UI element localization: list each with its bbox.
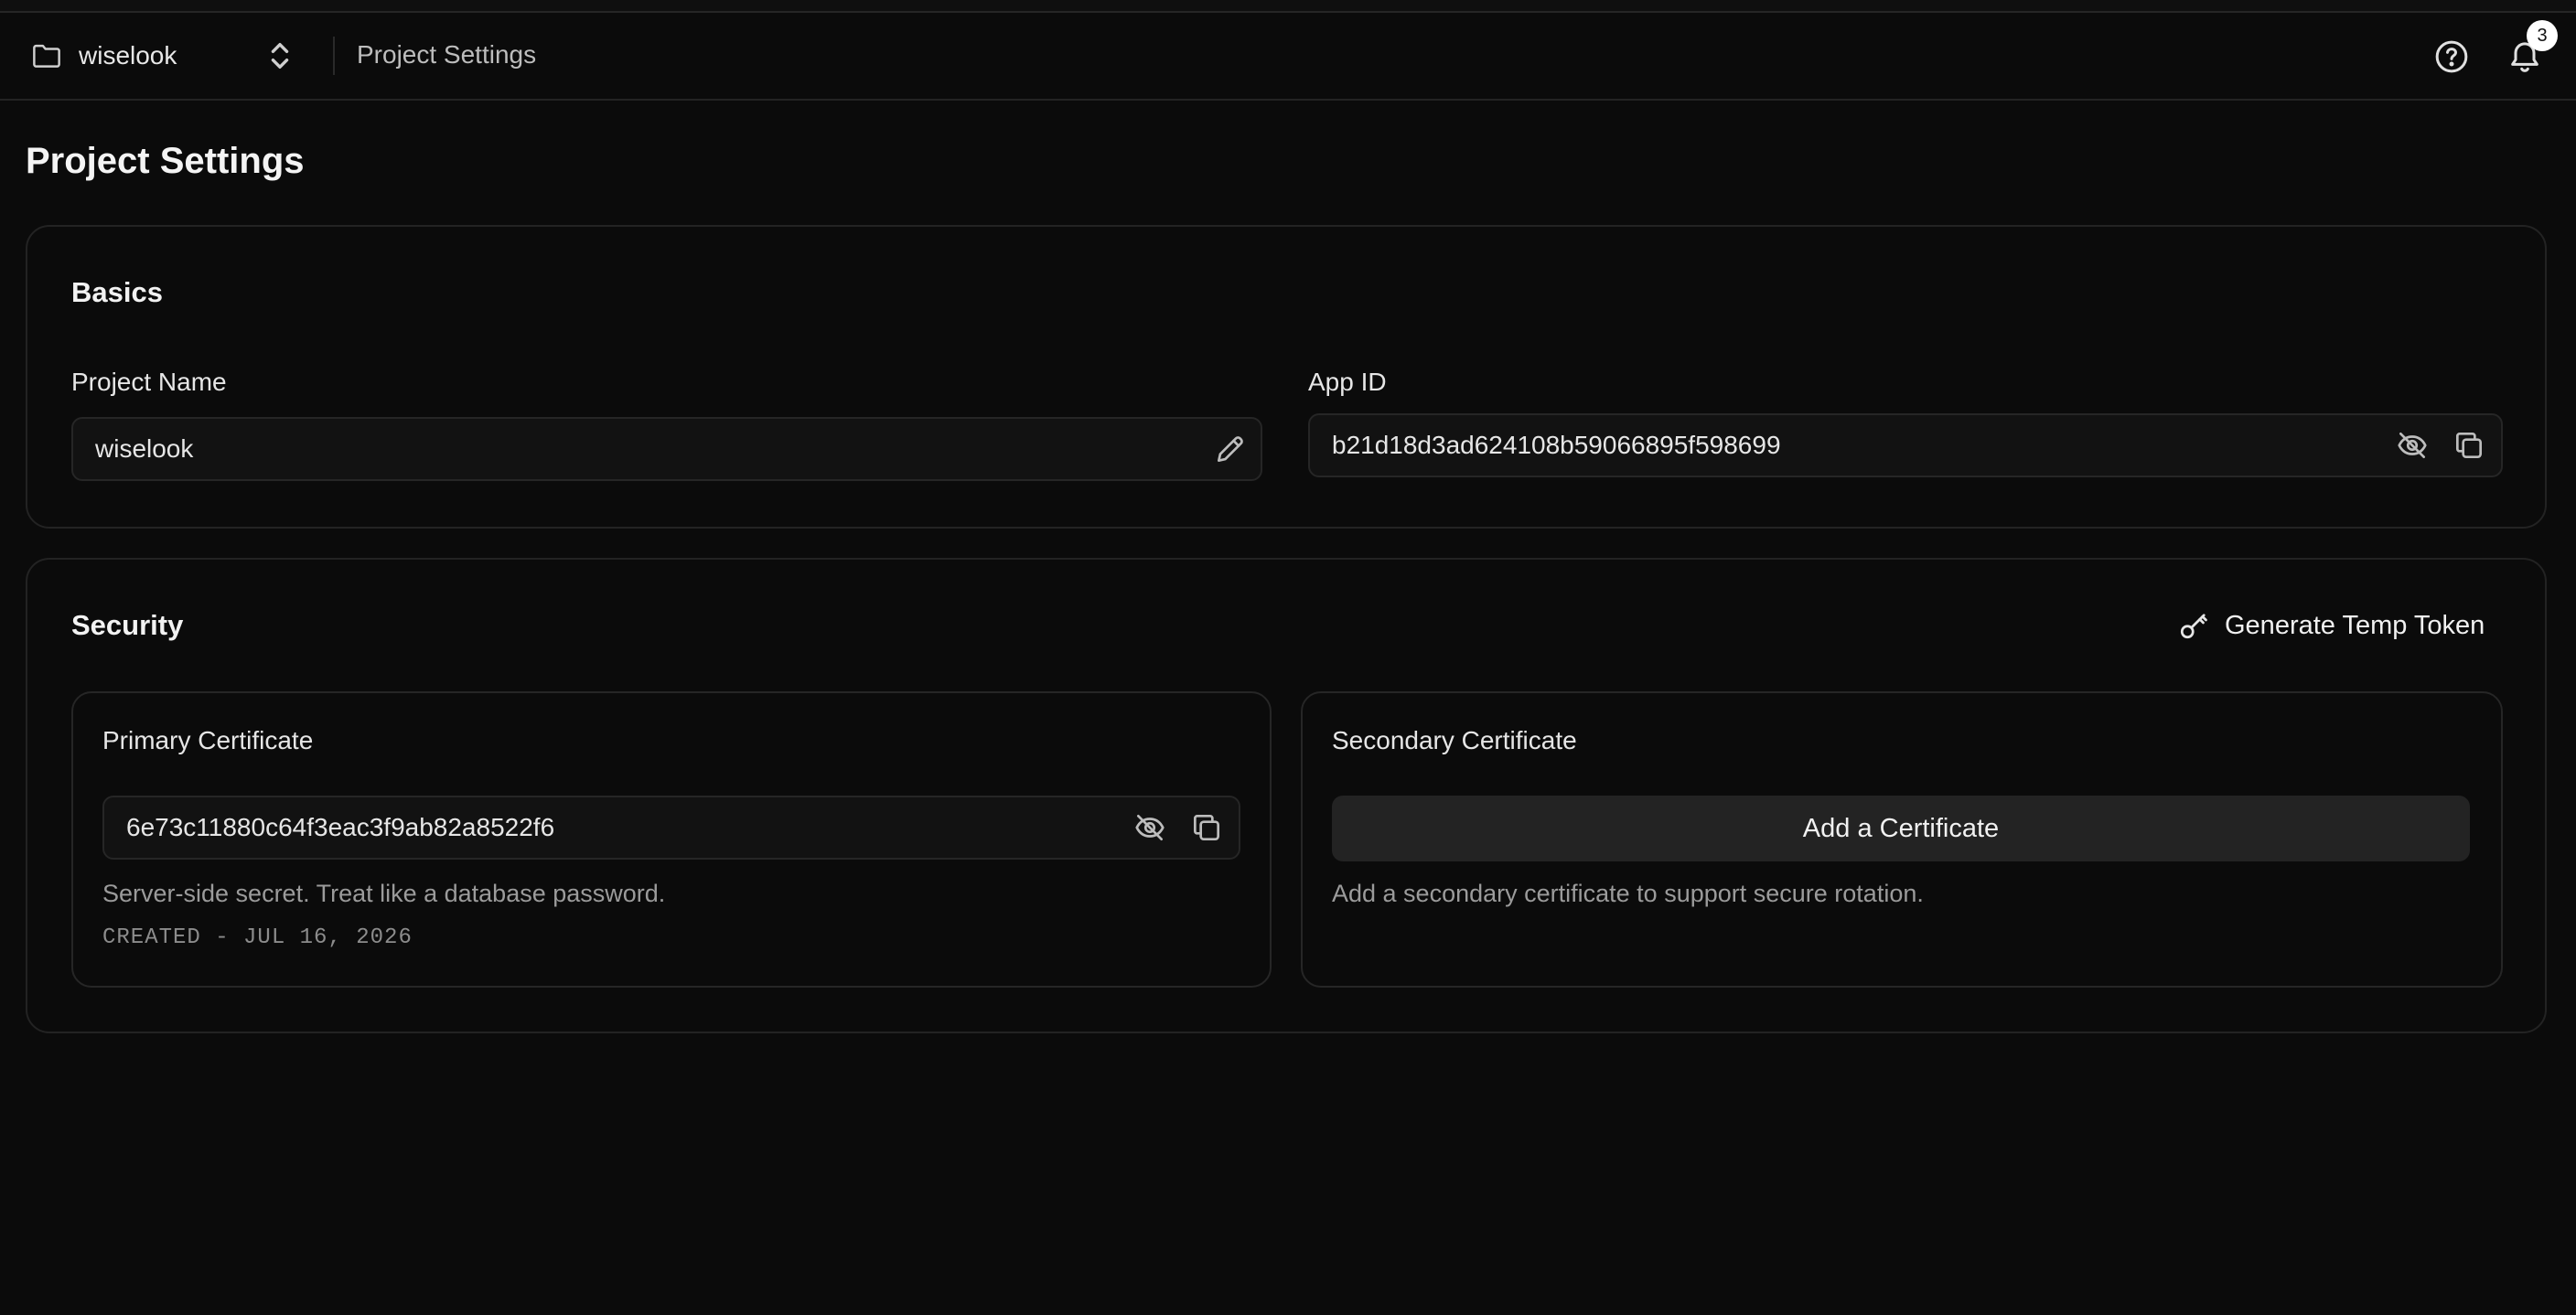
chevron-up-down-icon[interactable] [267,40,293,71]
generate-temp-token-label: Generate Temp Token [2225,610,2485,640]
generate-temp-token-button[interactable]: Generate Temp Token [2177,605,2485,646]
eye-off-icon[interactable] [2395,428,2431,465]
add-certificate-button[interactable]: Add a Certificate [1332,796,2470,861]
primary-certificate-value: 6e73c11880c64f3eac3f9ab82a8522f6 [126,813,555,841]
basics-card [26,225,2547,529]
project-name-value: wiselook [95,434,194,463]
breadcrumb: Project Settings [357,40,537,69]
app-id-label: App ID [1308,368,1387,396]
secondary-certificate-helper: Add a secondary certificate to support s… [1332,880,1924,907]
security-title: Security [71,609,184,641]
copy-icon[interactable] [2452,428,2488,465]
top-bar: wiselook Project Settings [0,13,2576,101]
basics-title: Basics [71,276,163,308]
notification-badge: 3 [2527,20,2558,51]
page-title: Project Settings [26,141,305,181]
app-id-value: b21d18d3ad624108b59066895f598699 [1332,431,1781,459]
window-top-strip [0,0,2576,13]
primary-certificate-helper: Server-side secret. Treat like a databas… [102,880,666,907]
project-name-field[interactable]: wiselook [71,417,1262,481]
project-switcher[interactable]: wiselook [31,31,177,80]
primary-certificate-title: Primary Certificate [102,726,314,754]
primary-certificate-created: CREATED - JUL 16, 2026 [102,925,413,950]
help-circle-icon[interactable] [2433,38,2470,75]
project-name-label: Project Name [71,368,227,396]
primary-certificate-field[interactable]: 6e73c11880c64f3eac3f9ab82a8522f6 [102,796,1240,860]
project-switcher-name: wiselook [79,41,177,69]
folder-icon [31,42,62,69]
pencil-icon[interactable] [1213,432,1250,468]
header-divider [333,37,335,75]
app-id-field[interactable]: b21d18d3ad624108b59066895f598699 [1308,413,2503,477]
key-icon [2177,609,2210,642]
copy-icon[interactable] [1189,810,1226,847]
secondary-certificate-title: Secondary Certificate [1332,726,1577,754]
eye-off-icon[interactable] [1132,810,1169,847]
